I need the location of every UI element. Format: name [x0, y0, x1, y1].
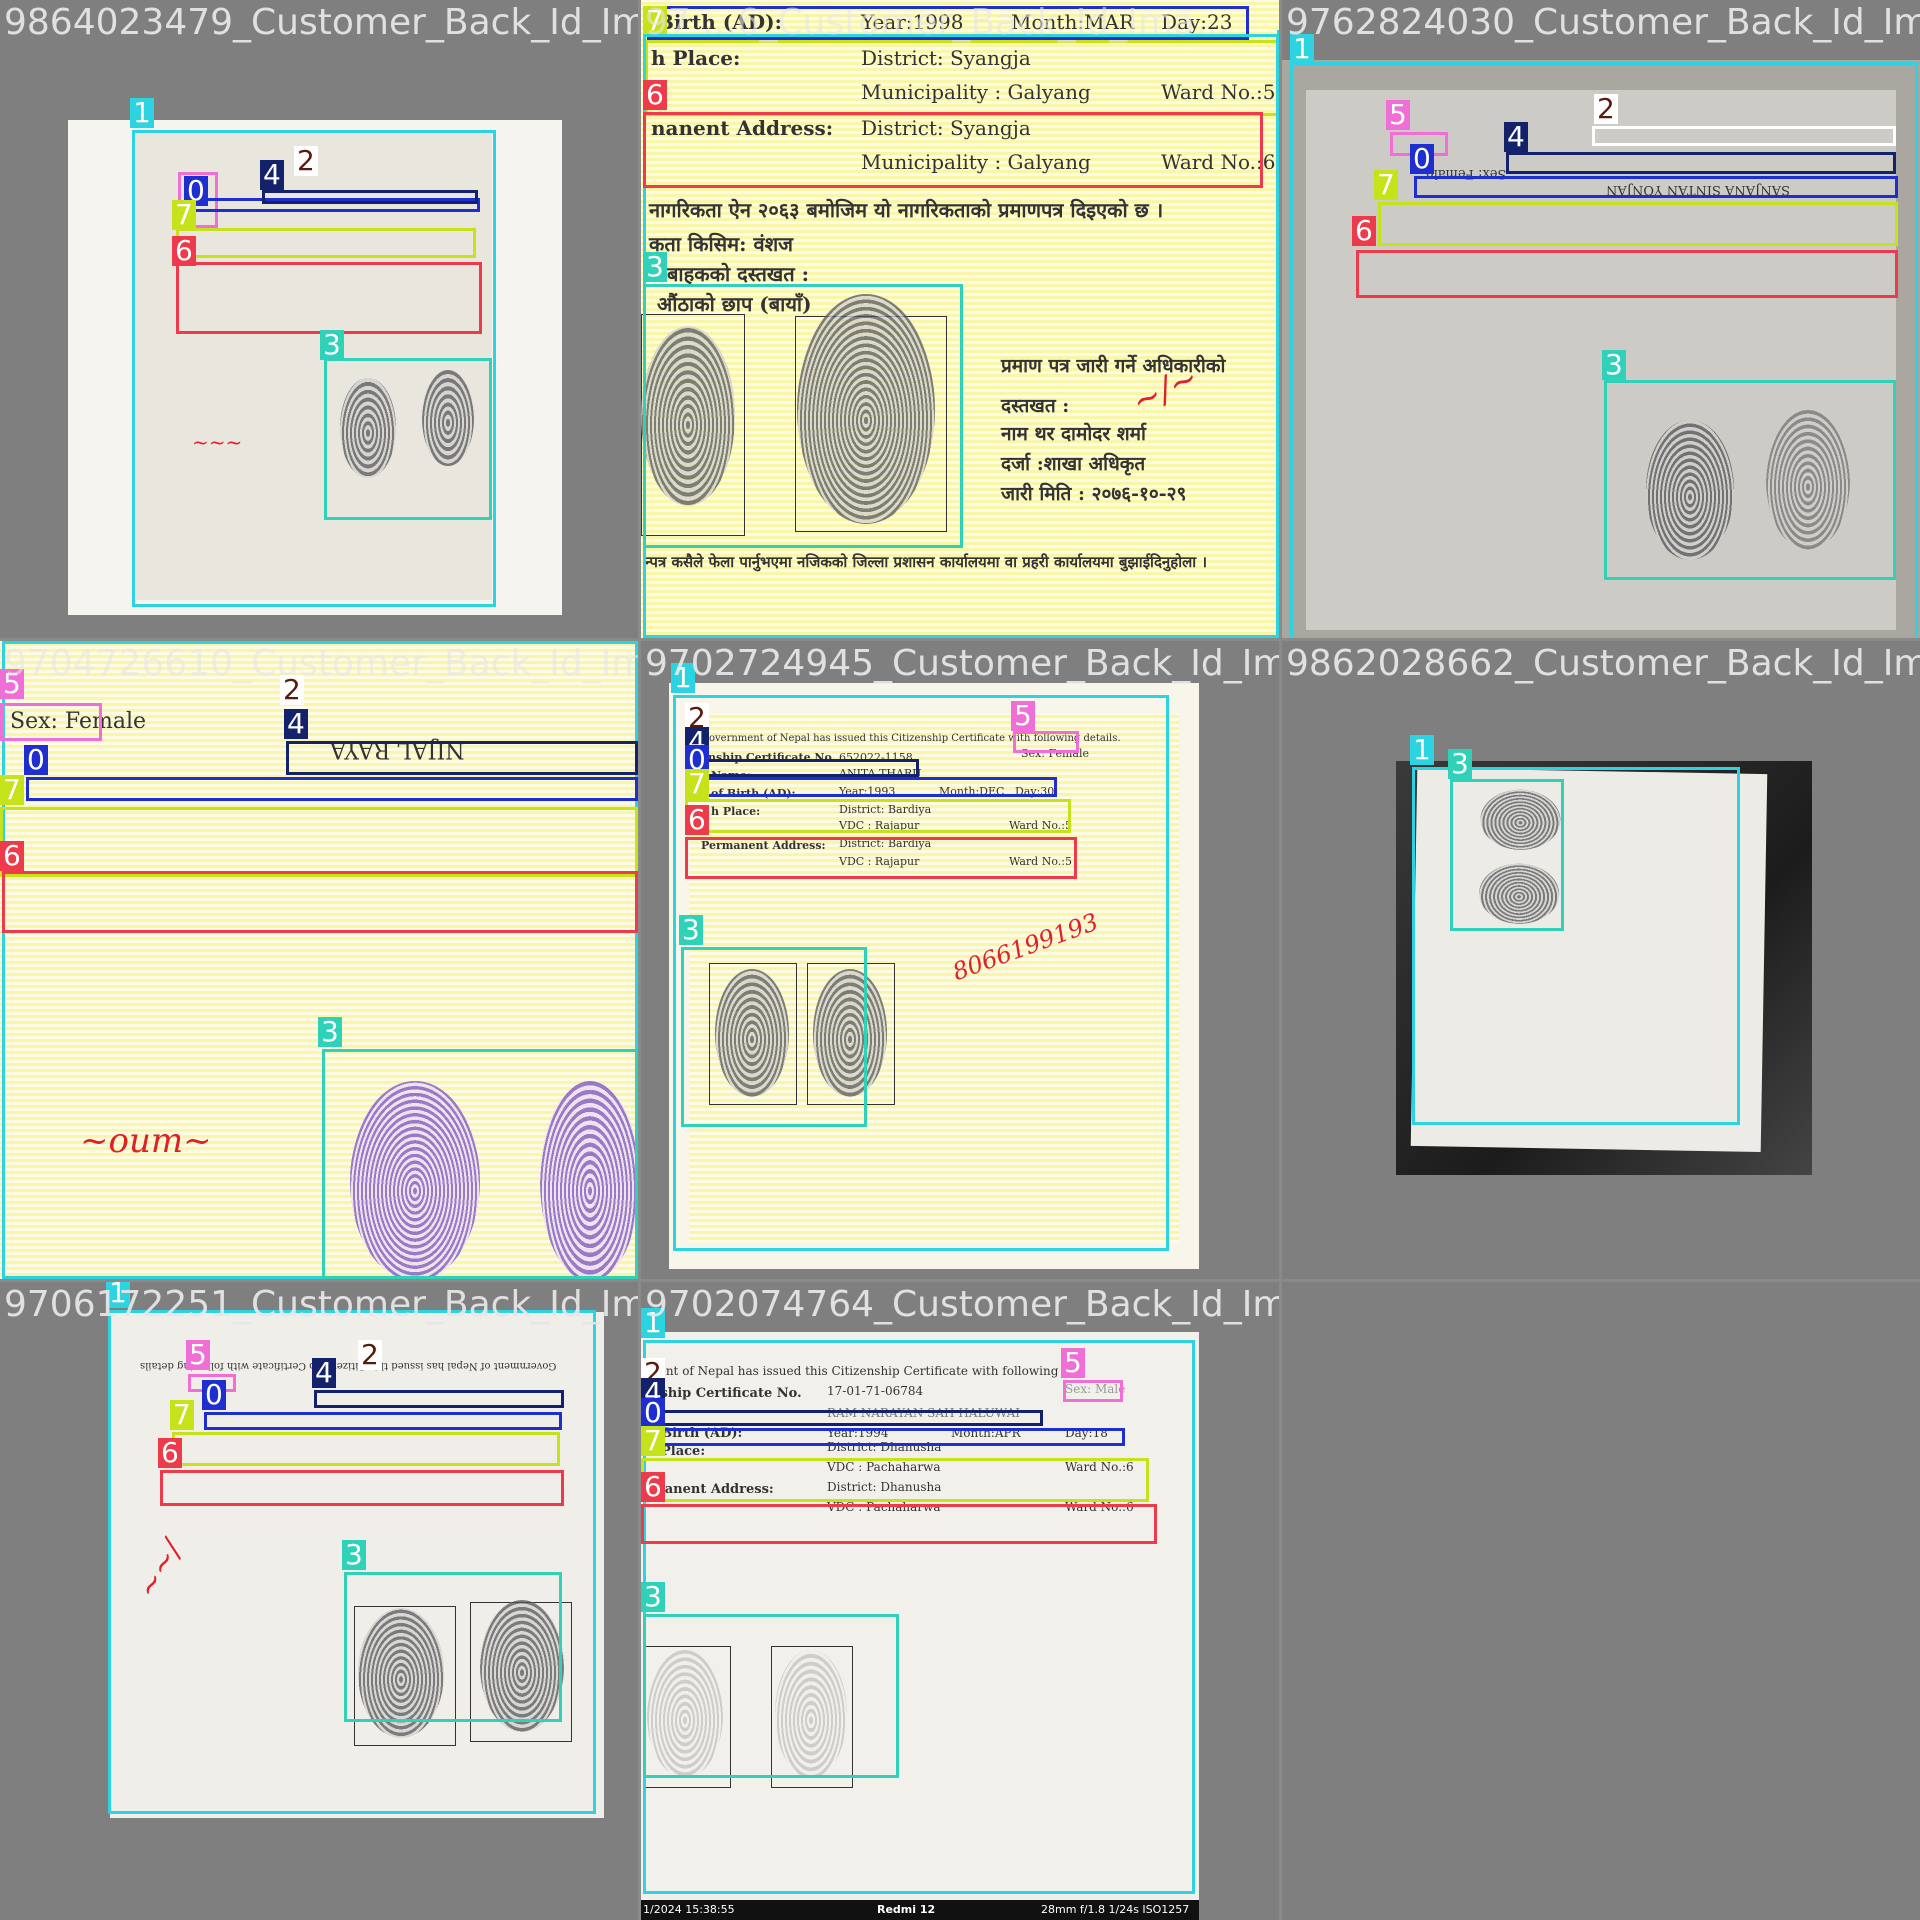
detection-label-2: 2	[358, 1340, 382, 1370]
detection-box-3	[1604, 380, 1896, 580]
detection-label-3: 3	[1602, 350, 1626, 380]
detection-label-4: 4	[312, 1358, 336, 1388]
mosaic-tile-8: 9702074764_Customer_Back_Id_Image_2024-1…	[641, 1282, 1279, 1920]
detection-label-7: 7	[170, 1400, 194, 1430]
detection-label-6: 6	[685, 805, 709, 835]
detection-box-6	[685, 837, 1077, 879]
camera-timestamp: 1/2024 15:38:55	[643, 1903, 735, 1916]
detection-box-5	[1063, 1380, 1123, 1402]
tile-title: 9862028662_Customer_Back_Id_Ima	[1286, 643, 1920, 684]
detection-label-5: 5	[1011, 701, 1035, 731]
detection-label-2: 2	[1594, 94, 1618, 124]
detection-box-7	[641, 1458, 1149, 1502]
mosaic-tile-1: 9864023479_Customer_Back_Id_Ima ~~~ 1 0 …	[0, 0, 638, 638]
tile-title: 9864023479_Customer_Back_Id_Ima	[4, 2, 638, 43]
detection-label-3: 3	[1448, 749, 1472, 779]
tile-title: 9704726610_Customer_Back_Id_Ima	[4, 643, 638, 684]
detection-label-3: 3	[342, 1540, 366, 1570]
detection-box-4	[314, 1390, 564, 1408]
detection-label-4: 4	[1504, 122, 1528, 152]
detection-box-0	[641, 1428, 1125, 1446]
detection-box-4	[641, 1410, 1043, 1426]
detection-box-4	[685, 759, 919, 777]
tile-title: 9702074764_Customer_Back_Id_Image_2024-1	[645, 1284, 1279, 1325]
detection-box-0	[1414, 176, 1898, 198]
detection-label-1: 1	[130, 98, 154, 128]
detection-box-3	[322, 1049, 638, 1279]
detection-label-5: 5	[1386, 100, 1410, 130]
detection-box-4	[286, 741, 638, 775]
detection-box-0	[204, 1412, 562, 1430]
detection-label-0: 0	[24, 745, 48, 775]
detection-box-0	[685, 777, 1057, 797]
detection-label-1: 1	[1410, 735, 1434, 765]
detection-box-4	[262, 190, 478, 204]
detection-label-5: 5	[1061, 1348, 1085, 1378]
detection-label-6: 6	[158, 1438, 182, 1468]
detection-label-7: 7	[172, 200, 196, 230]
detection-label-6: 6	[643, 80, 667, 110]
detection-label-7: 7	[0, 775, 24, 805]
detection-label-6: 6	[1352, 216, 1376, 246]
detection-box-3	[344, 1572, 562, 1722]
detection-label-3: 3	[318, 1017, 342, 1047]
mosaic-tile-6: 9862028662_Customer_Back_Id_Ima 1 3	[1282, 641, 1920, 1279]
detection-box-6	[176, 262, 482, 334]
detection-label-0: 0	[202, 1380, 226, 1410]
detection-label-6: 6	[641, 1472, 665, 1502]
detection-box-7	[685, 799, 1071, 833]
mosaic-tile-7: 9706172251_Customer_Back_Id_Ima Governme…	[0, 1282, 638, 1920]
mosaic-tile-2: Birth (AD): Year:1998 Month:MAR Day:23 h…	[641, 0, 1279, 638]
detection-box-6	[2, 871, 638, 933]
detection-box-3	[681, 947, 867, 1127]
detection-label-3: 3	[320, 330, 344, 360]
detection-label-4: 4	[284, 709, 308, 739]
detection-label-0: 0	[1410, 144, 1434, 174]
mosaic-tile-9-empty	[1282, 1282, 1920, 1920]
tile-title: 9702724945_Customer_Back_Id_Ima	[645, 643, 1279, 684]
mosaic-tile-4: Sex: Female NIJAL RAYA ~oum~ 9704726610_…	[0, 641, 638, 1279]
detection-box-5	[1013, 731, 1079, 753]
detection-label-3: 3	[641, 1582, 665, 1612]
detection-box-6	[641, 1504, 1157, 1544]
detection-label-5: 5	[186, 1340, 210, 1370]
detection-box-2	[1592, 126, 1896, 146]
detection-label-3: 3	[643, 252, 667, 282]
detection-label-7: 7	[685, 769, 709, 799]
detection-label-6: 6	[0, 841, 24, 871]
detection-box-3	[643, 284, 963, 548]
detection-box-7	[1378, 202, 1898, 246]
detection-box-4	[1506, 152, 1896, 174]
camera-settings: 28mm f/1.8 1/24s ISO1257	[1041, 1903, 1190, 1916]
detection-box-6	[1356, 250, 1898, 298]
detection-label-6: 6	[172, 236, 196, 266]
detection-box-7	[172, 1432, 560, 1466]
detection-label-4: 4	[260, 160, 284, 190]
detection-box-6	[643, 112, 1263, 188]
detection-label-2: 2	[294, 146, 318, 176]
detection-label-7: 7	[1374, 170, 1398, 200]
detection-box-3	[324, 358, 492, 520]
detection-label-3: 3	[679, 915, 703, 945]
detection-box-3	[643, 1614, 899, 1778]
tile-title: 9762824030_Customer_Back_Id_Ima	[1286, 2, 1920, 43]
mosaic-tile-5: 9702724945_Customer_Back_Id_Ima Governme…	[641, 641, 1279, 1279]
detection-label-7: 7	[641, 1426, 665, 1456]
tile-title: 9706172251_Customer_Back_Id_Ima	[4, 1284, 638, 1325]
detection-box-3	[1450, 779, 1564, 931]
detection-box-7	[176, 228, 476, 258]
detection-box-7	[0, 807, 638, 877]
detection-box-0	[26, 777, 638, 801]
detection-box-5	[0, 703, 102, 741]
detection-box-6	[160, 1470, 564, 1506]
mosaic-tile-3: SANJANA SINTAN YONJAN Sex: Female 976282…	[1282, 0, 1920, 638]
camera-footer: 1/2024 15:38:55 Redmi 12 28mm f/1.8 1/24…	[641, 1900, 1199, 1920]
camera-model: Redmi 12	[877, 1903, 936, 1916]
detection-label-1: 1	[1277, 30, 1279, 60]
tile-title: 97 ...6_Customer_Back_Id_Ima...	[645, 2, 1230, 43]
